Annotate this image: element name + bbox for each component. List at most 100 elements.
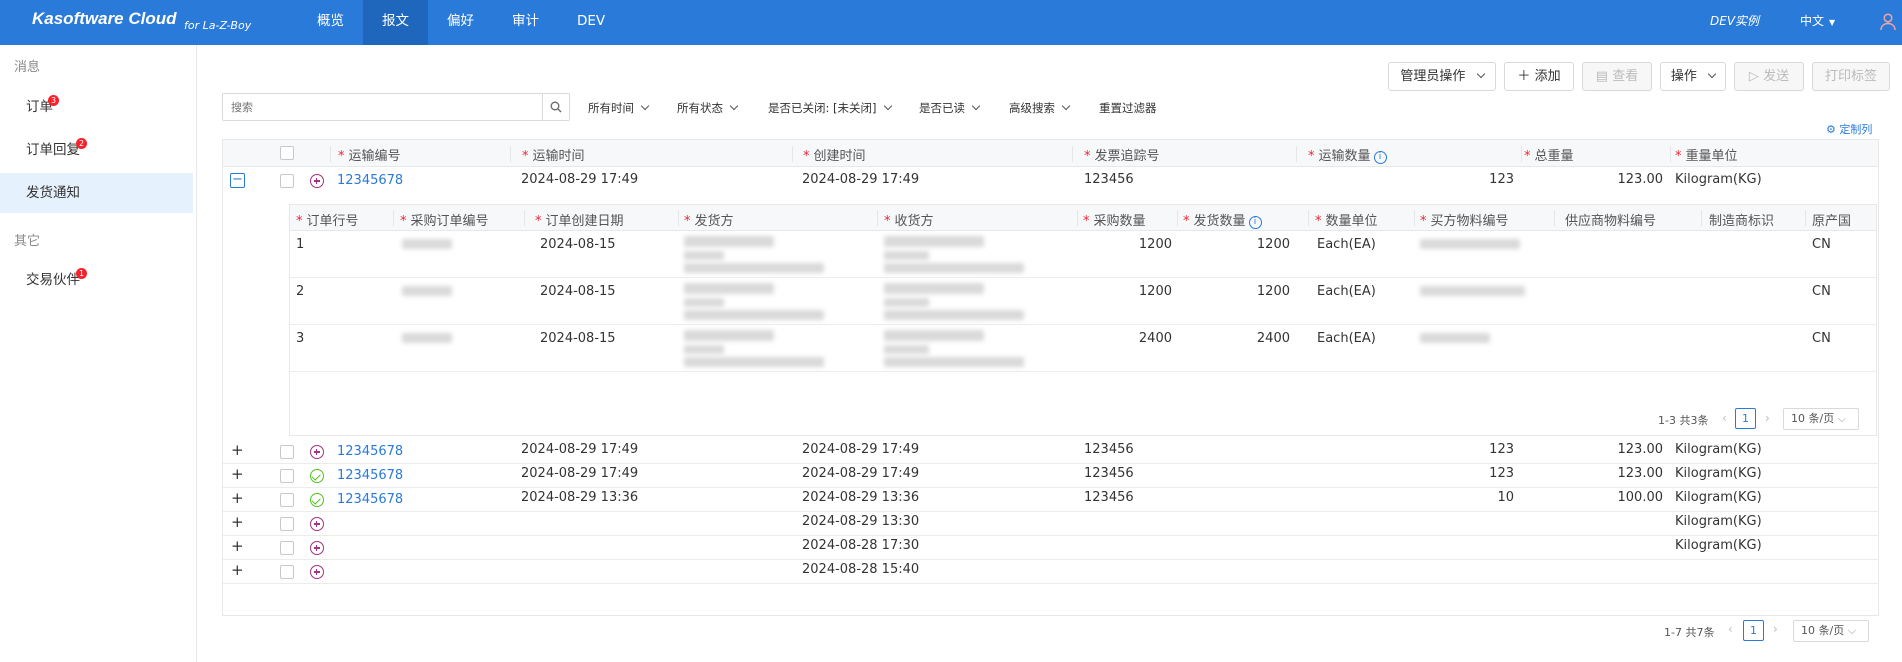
row-checkbox[interactable] <box>280 541 294 555</box>
prev-page-icon[interactable]: ‹ <box>1722 411 1727 425</box>
table-row[interactable]: + 2024-08-28 17:30 Kilogram(KG) <box>223 536 1878 560</box>
collapse-row-button[interactable]: − <box>230 173 245 188</box>
sidebar-item-order-replies[interactable]: 订单回复 2 <box>0 130 193 170</box>
sidebar-item-shipping-notices[interactable]: 发货通知 <box>0 173 193 213</box>
ship-no-link[interactable]: 12345678 <box>337 173 403 188</box>
column-divider <box>1521 146 1522 162</box>
filter-closed-label: 是否已关闭: [未关闭] <box>768 101 877 115</box>
table-row[interactable]: − 12345678 2024-08-29 17:49 2024-08-29 1… <box>223 167 1878 196</box>
next-page-icon[interactable]: › <box>1765 411 1770 425</box>
page-size-label: 10 条/页 <box>1801 624 1845 637</box>
ship-time: 2024-08-29 17:49 <box>521 172 639 187</box>
col-ship-no[interactable]: * 运输编号 <box>338 145 401 164</box>
pending-status-icon <box>310 517 324 531</box>
customize-columns-link[interactable]: ⚙ 定制列 <box>1826 121 1872 137</box>
instance-label[interactable]: DEV实例 <box>1710 0 1759 45</box>
col-po-date[interactable]: * 订单创建日期 <box>535 210 624 229</box>
col-origin[interactable]: 原产国 <box>1812 210 1851 229</box>
col-qty-unit[interactable]: * 数量单位 <box>1315 210 1378 229</box>
table-row[interactable]: + 2024-08-28 15:40 <box>223 560 1878 584</box>
table-row[interactable]: + 12345678 2024-08-29 17:49 2024-08-29 1… <box>223 464 1878 488</box>
view-button[interactable]: ▤ 查看 <box>1582 62 1652 91</box>
ship-qty: 123 <box>1489 442 1514 457</box>
send-label: 发送 <box>1763 69 1790 84</box>
col-weight-unit[interactable]: * 重量单位 <box>1675 145 1738 164</box>
select-all-checkbox[interactable] <box>280 146 294 160</box>
filter-advanced[interactable]: 高级搜索 <box>1009 100 1071 116</box>
top-bar: Kasoftware Cloud for La-Z-Boy 概览 报文 偏好 审… <box>0 0 1902 45</box>
print-label-button[interactable]: 打印标签 <box>1812 62 1890 91</box>
ship-qty: 10 <box>1497 490 1514 505</box>
filter-time[interactable]: 所有时间 <box>588 100 650 116</box>
col-buyer-part[interactable]: * 买方物料编号 <box>1420 210 1509 229</box>
table-row[interactable]: + 12345678 2024-08-29 13:36 2024-08-29 1… <box>223 488 1878 512</box>
page-number-button[interactable]: 1 <box>1743 620 1764 641</box>
expand-row-button[interactable]: + <box>231 513 244 531</box>
col-weight[interactable]: * 总重量 <box>1524 145 1574 164</box>
col-shipped-qty[interactable]: * 发货数量 i <box>1183 210 1262 229</box>
search-input[interactable] <box>223 94 543 120</box>
row-checkbox[interactable] <box>280 517 294 531</box>
col-ship-time[interactable]: * 运输时间 <box>522 145 585 164</box>
col-receiver[interactable]: * 收货方 <box>884 210 934 229</box>
info-icon[interactable]: i <box>1248 216 1262 229</box>
add-button[interactable]: ＋ 添加 <box>1504 62 1574 91</box>
subtable-row[interactable]: 1 2024-08-15 1200 1200 Each(EA) CN <box>290 231 1876 278</box>
page-size-select[interactable]: 10 条/页 ⌵ <box>1793 620 1869 642</box>
page-size-select[interactable]: 10 条/页 ⌵ <box>1783 408 1859 430</box>
ship-no-link[interactable]: 12345678 <box>337 444 403 459</box>
col-po-no[interactable]: * 采购订单编号 <box>400 210 489 229</box>
admin-actions-button[interactable]: 管理员操作 <box>1388 62 1496 91</box>
table-row[interactable]: + 12345678 2024-08-29 17:49 2024-08-29 1… <box>223 440 1878 464</box>
row-checkbox[interactable] <box>280 174 294 188</box>
page-number-button[interactable]: 1 <box>1735 408 1756 429</box>
prev-page-icon[interactable]: ‹ <box>1728 622 1733 636</box>
chevron-down-icon <box>1061 101 1071 111</box>
nav-dev[interactable]: DEV <box>558 0 624 45</box>
expand-row-button[interactable]: + <box>231 465 244 483</box>
user-icon[interactable] <box>1880 13 1896 31</box>
nav-overview[interactable]: 概览 <box>298 0 363 45</box>
send-button[interactable]: ▷ 发送 <box>1734 62 1804 91</box>
created-time: 2024-08-28 15:40 <box>802 562 920 577</box>
expand-row-button[interactable]: + <box>231 441 244 459</box>
row-checkbox[interactable] <box>280 493 294 507</box>
ship-no-link[interactable]: 12345678 <box>337 468 403 483</box>
nav-audit[interactable]: 审计 <box>493 0 558 45</box>
table-row[interactable]: + 2024-08-29 13:30 Kilogram(KG) <box>223 512 1878 536</box>
filter-read[interactable]: 是否已读 <box>919 100 981 116</box>
col-created[interactable]: * 创建时间 <box>803 145 866 164</box>
language-select[interactable]: 中文 ▼ <box>1800 0 1835 45</box>
nav-preferences[interactable]: 偏好 <box>428 0 493 45</box>
filter-status[interactable]: 所有状态 <box>677 100 739 116</box>
col-shipper[interactable]: * 发货方 <box>684 210 734 229</box>
expand-row-button[interactable]: + <box>231 561 244 579</box>
column-divider <box>1670 146 1671 162</box>
next-page-icon[interactable]: › <box>1773 622 1778 636</box>
filter-closed[interactable]: 是否已关闭: [未关闭] <box>768 100 892 116</box>
expand-row-button[interactable]: + <box>231 537 244 555</box>
row-checkbox[interactable] <box>280 565 294 579</box>
search-icon[interactable] <box>542 94 569 120</box>
chevron-down-icon <box>1707 69 1717 79</box>
col-line-no[interactable]: * 订单行号 <box>296 210 359 229</box>
sidebar-item-partners[interactable]: 交易伙伴 1 <box>0 260 193 300</box>
info-icon[interactable]: i <box>1373 151 1387 164</box>
col-invoice[interactable]: * 发票追踪号 <box>1084 145 1160 164</box>
nav-messages[interactable]: 报文 <box>363 0 428 45</box>
reset-filters-link[interactable]: 重置过滤器 <box>1099 100 1157 116</box>
expand-row-button[interactable]: + <box>231 489 244 507</box>
operations-button[interactable]: 操作 <box>1660 62 1726 91</box>
col-order-qty[interactable]: * 采购数量 <box>1083 210 1146 229</box>
col-ship-qty[interactable]: * 运输数量 i <box>1308 145 1387 164</box>
col-supplier-part[interactable]: 供应商物料编号 <box>1565 210 1656 229</box>
redacted-shipper <box>684 236 774 247</box>
subtable-row[interactable]: 2 2024-08-15 1200 1200 Each(EA) CN <box>290 278 1876 325</box>
row-checkbox[interactable] <box>280 445 294 459</box>
sidebar-item-orders[interactable]: 订单 3 <box>0 87 193 127</box>
subtable-row[interactable]: 3 2024-08-15 2400 2400 Each(EA) CN <box>290 325 1876 372</box>
row-checkbox[interactable] <box>280 469 294 483</box>
col-manufacturer[interactable]: 制造商标识 <box>1709 210 1774 229</box>
column-divider <box>1414 210 1415 226</box>
ship-no-link[interactable]: 12345678 <box>337 492 403 507</box>
